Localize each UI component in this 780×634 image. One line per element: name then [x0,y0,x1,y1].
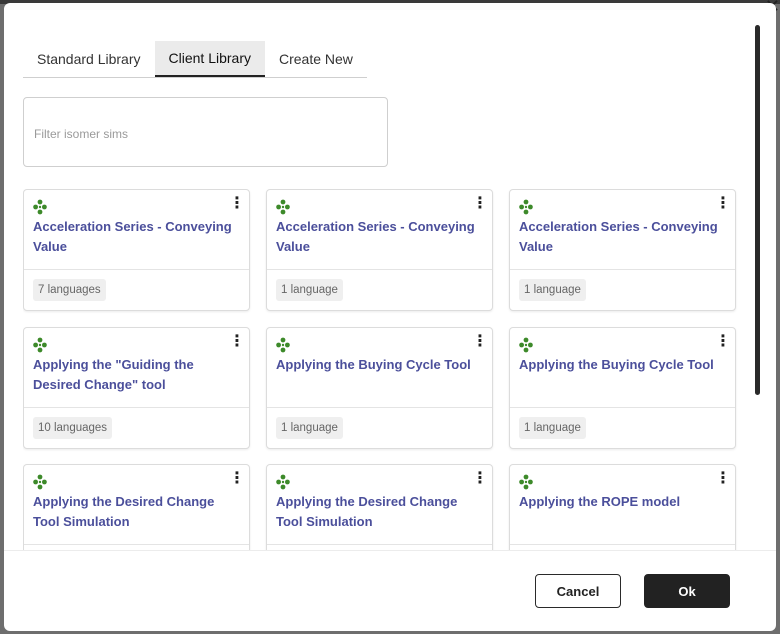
kebab-menu-icon[interactable]: ⋮ [472,196,488,213]
kebab-menu-icon[interactable]: ⋮ [472,471,488,488]
sim-node-icon [276,337,290,353]
sim-card-divider [24,269,249,270]
sim-card-divider [267,269,492,270]
language-count-badge: 10 languages [33,417,113,439]
sim-card-divider [24,407,249,408]
kebab-menu-icon[interactable]: ⋮ [715,196,731,213]
sim-card-title[interactable]: Acceleration Series - Conveying Value [519,217,729,257]
language-count-badge: 1 language [276,417,343,439]
sim-card-title[interactable]: Acceleration Series - Conveying Value [33,217,243,257]
sim-card[interactable]: ⋮ Applying the Desired Change Tool Simula… [266,464,493,551]
sim-node-icon [519,199,533,215]
sim-card[interactable]: ⋮ Applying the ROPE model [509,464,736,551]
sim-card[interactable]: ⋮ Acceleration Series - Conveying Value 7 … [23,189,250,311]
kebab-menu-icon[interactable]: ⋮ [715,471,731,488]
kebab-menu-icon[interactable]: ⋮ [229,471,245,488]
scrollbar-thumb[interactable] [755,25,760,395]
sim-card[interactable]: ⋮ Applying the Desired Change Tool Simula… [23,464,250,551]
sim-card[interactable]: ⋮ Acceleration Series - Conveying Value 1 … [266,189,493,311]
sim-card[interactable]: ⋮ Applying the Buying Cycle Tool 1 languag… [509,327,736,449]
kebab-menu-icon[interactable]: ⋮ [715,334,731,351]
language-count-badge: 1 language [519,279,586,301]
sim-node-icon [276,474,290,490]
sim-node-icon [33,199,47,215]
sim-card-divider [24,544,249,545]
kebab-menu-icon[interactable]: ⋮ [229,196,245,213]
language-count-badge: 1 language [519,417,586,439]
sim-node-icon [33,474,47,490]
sim-node-icon [519,337,533,353]
cancel-button[interactable]: Cancel [535,574,621,608]
tab-standard-library[interactable]: Standard Library [23,41,155,77]
sim-card-title[interactable]: Applying the Desired Change Tool Simulat… [33,492,243,532]
sim-card-title[interactable]: Acceleration Series - Conveying Value [276,217,486,257]
tab-create-new[interactable]: Create New [265,41,367,77]
footer-divider [4,550,776,551]
sim-card-divider [510,407,735,408]
sim-card[interactable]: ⋮ Applying the Buying Cycle Tool 1 languag… [266,327,493,449]
tab-client-library[interactable]: Client Library [154,41,265,77]
filter-input[interactable] [32,123,376,145]
sim-card-title[interactable]: Applying the Buying Cycle Tool [519,355,729,375]
sim-card-title[interactable]: Applying the "Guiding the Desired Change… [33,355,243,395]
library-tabs: Standard Library Client Library Create N… [23,41,367,78]
sim-card[interactable]: ⋮ Acceleration Series - Conveying Value 1 … [509,189,736,311]
sim-node-icon [519,474,533,490]
sim-card-title[interactable]: Applying the ROPE model [519,492,729,512]
sim-card-grid: ⋮ Acceleration Series - Conveying Value 7 … [23,189,745,551]
sim-card-divider [510,269,735,270]
language-count-badge: 7 languages [33,279,106,301]
sim-card-title[interactable]: Applying the Buying Cycle Tool [276,355,486,375]
sim-node-icon [276,199,290,215]
sim-card-title[interactable]: Applying the Desired Change Tool Simulat… [276,492,486,532]
sim-picker-dialog: Standard Library Client Library Create N… [4,3,776,631]
filter-box [23,97,388,167]
sim-card-divider [510,544,735,545]
sim-card[interactable]: ⋮ Applying the "Guiding the Desired Chang… [23,327,250,449]
language-count-badge: 1 language [276,279,343,301]
sim-card-divider [267,407,492,408]
ok-button[interactable]: Ok [644,574,730,608]
kebab-menu-icon[interactable]: ⋮ [472,334,488,351]
kebab-menu-icon[interactable]: ⋮ [229,334,245,351]
sim-card-divider [267,544,492,545]
sim-node-icon [33,337,47,353]
